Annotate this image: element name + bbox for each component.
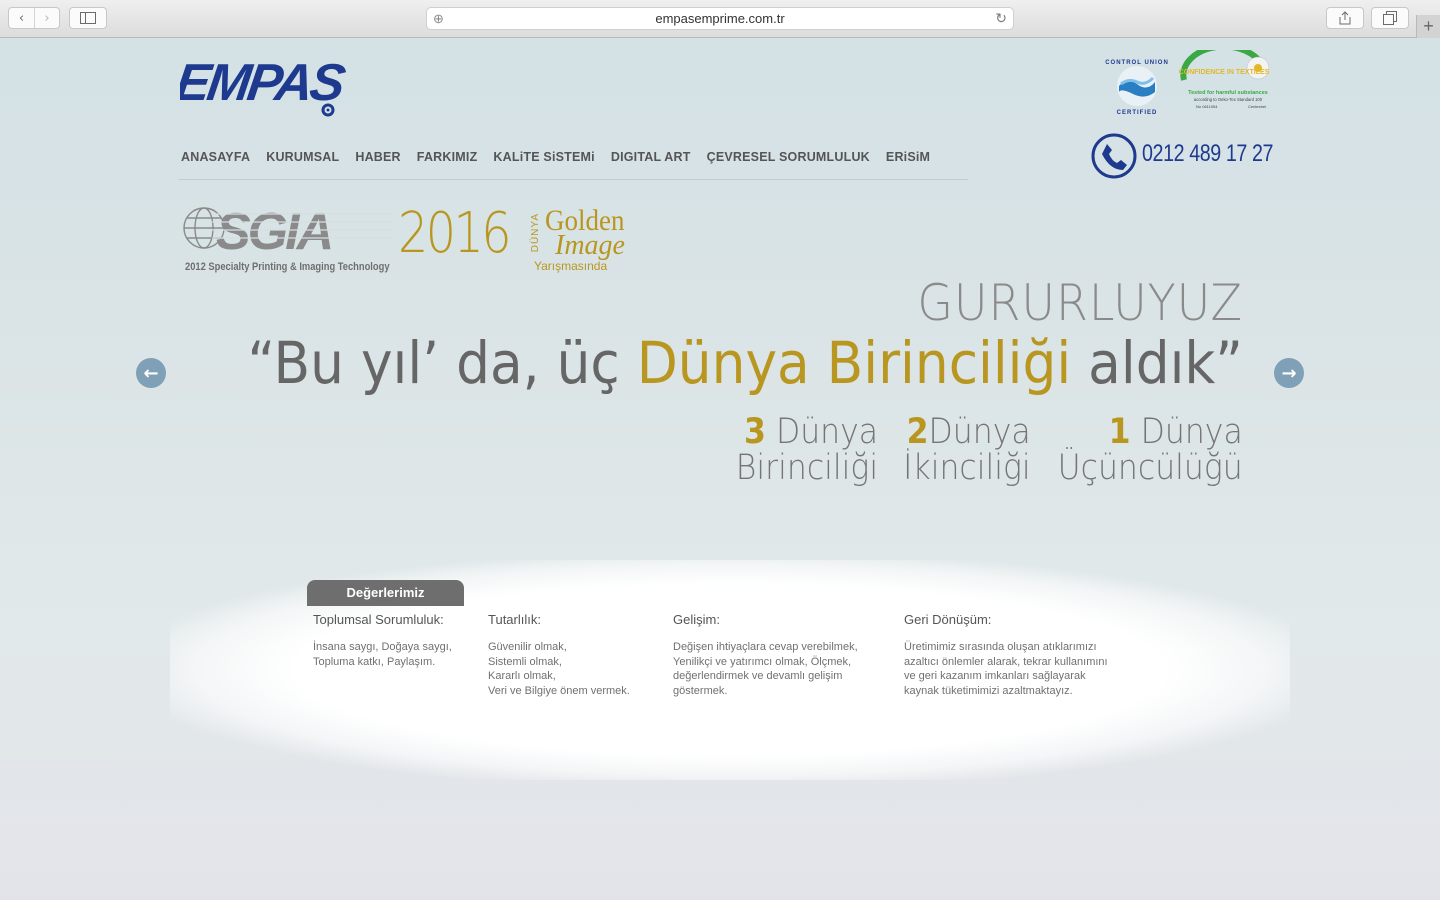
back-icon[interactable]: ‹ bbox=[9, 8, 34, 28]
value-title: Tutarlılık: bbox=[488, 612, 541, 627]
reload-icon[interactable]: ↻ bbox=[995, 8, 1007, 29]
value-title: Geri Dönüşüm: bbox=[904, 612, 992, 627]
stat-first-place: 3 Dünya Birinciliği bbox=[736, 414, 878, 486]
tab-overview-button[interactable] bbox=[1371, 7, 1409, 29]
slide-headline: “Bu yıl’ da, üç Dünya Birinciliği aldık” bbox=[248, 334, 1243, 392]
nav-digital-art[interactable]: DIGITAL ART bbox=[611, 150, 691, 164]
award-dunya-label: DÜNYA bbox=[530, 213, 541, 253]
value-recycling: Geri Dönüşüm: Üretimimiz sırasında oluşa… bbox=[904, 612, 1108, 698]
svg-text:CONTROL UNION: CONTROL UNION bbox=[1105, 60, 1169, 66]
stat-line1: Dünya bbox=[1130, 412, 1243, 452]
forward-icon[interactable]: › bbox=[33, 8, 59, 28]
address-bar[interactable]: ⊕ empasemprime.com.tr ↻ bbox=[426, 7, 1014, 30]
headline-part-2: aldık” bbox=[1071, 329, 1243, 397]
stat-number: 2 bbox=[906, 412, 929, 452]
oeko-tex-badge: CONFIDENCE IN TEXTILES Tested for harmfu… bbox=[1179, 50, 1270, 109]
stat-line1: Dünya bbox=[765, 412, 878, 452]
nav-cevresel-sorumluluk[interactable]: ÇEVRESEL SORUMLULUK bbox=[707, 150, 870, 164]
stat-third-place: 1 Dünya Üçüncülüğü bbox=[1058, 414, 1243, 486]
stat-line2: İkinciliği bbox=[903, 448, 1031, 488]
empas-logo[interactable]: EMPAS bbox=[180, 54, 365, 118]
slide-subheading: GURURLUYUZ bbox=[917, 274, 1243, 332]
value-title: Gelişim: bbox=[673, 612, 720, 627]
control-union-badge: CONTROL UNION CERTIFIED bbox=[1105, 60, 1169, 116]
history-buttons: ‹ › bbox=[8, 7, 60, 29]
sidebar-icon bbox=[80, 12, 96, 24]
stat-line2: Birinciliği bbox=[735, 448, 878, 488]
value-text: Üretimimiz sırasında oluşan atıklarımızı… bbox=[904, 641, 1108, 697]
tabs-icon bbox=[1383, 11, 1397, 25]
stat-second-place: 2Dünya İkinciliği bbox=[904, 414, 1031, 486]
nav-erisim[interactable]: ERiSiM bbox=[886, 150, 930, 164]
phone-number[interactable]: 0212 489 17 27 bbox=[1142, 140, 1273, 168]
nav-farkimiz[interactable]: FARKIMIZ bbox=[417, 150, 478, 164]
svg-text:CERTIFIED: CERTIFIED bbox=[1117, 110, 1158, 116]
value-text: Güvenilir olmak, Sistemli olmak, Kararlı… bbox=[488, 641, 630, 697]
value-development: Gelişim: Değişen ihtiyaçlara cevap vereb… bbox=[673, 612, 858, 698]
oeko-standard: according to Oeko-Tex Standard 100 bbox=[1194, 97, 1263, 102]
slider-prev-arrow-icon[interactable]: ← bbox=[136, 358, 166, 388]
main-nav: ANASAYFA KURUMSAL HABER FARKIMIZ KALiTE … bbox=[181, 150, 946, 164]
globe-icon: ⊕ bbox=[433, 11, 444, 26]
share-button[interactable] bbox=[1326, 7, 1364, 29]
award-image: Image bbox=[555, 230, 625, 261]
value-consistency: Tutarlılık: Güvenilir olmak, Sistemli ol… bbox=[488, 612, 630, 698]
headline-part-1: “Bu yıl’ da, üç bbox=[247, 329, 637, 397]
sgia-subtitle: 2012 Specialty Printing & Imaging Techno… bbox=[185, 261, 390, 273]
values-tab[interactable]: Değerlerimiz bbox=[307, 580, 464, 606]
share-icon bbox=[1339, 11, 1351, 25]
award-yarisma: Yarışmasında bbox=[534, 259, 608, 273]
phone-icon bbox=[1091, 133, 1137, 179]
value-text: İnsana saygı, Doğaya saygı, Topluma katk… bbox=[313, 641, 452, 668]
stat-number: 1 bbox=[1108, 412, 1131, 452]
nav-kurumsal[interactable]: KURUMSAL bbox=[266, 150, 339, 164]
logo-wordmark: EMPAS bbox=[180, 54, 349, 112]
sidebar-toggle-button[interactable] bbox=[69, 7, 107, 29]
headline-highlight: Dünya Birinciliği bbox=[636, 329, 1072, 397]
nav-divider bbox=[178, 179, 968, 180]
oeko-tested: Tested for harmful substances bbox=[1188, 90, 1268, 96]
sgia-logo: SGIA bbox=[183, 203, 392, 254]
browser-toolbar: ‹ › ⊕ empasemprime.com.tr ↻ bbox=[0, 0, 1440, 38]
award-year: 2016 bbox=[398, 201, 511, 266]
nav-kalite-sistemi[interactable]: KALiTE SiSTEMi bbox=[493, 150, 594, 164]
oeko-institute: Centexbel bbox=[1248, 104, 1266, 109]
nav-haber[interactable]: HABER bbox=[355, 150, 400, 164]
stat-line1: Dünya bbox=[928, 412, 1031, 452]
oeko-number: No 0611054 bbox=[1196, 104, 1218, 109]
nav-anasayfa[interactable]: ANASAYFA bbox=[181, 150, 250, 164]
new-tab-button[interactable]: + bbox=[1416, 15, 1440, 38]
value-text: Değişen ihtiyaçlara cevap verebilmek, Ye… bbox=[673, 641, 858, 697]
value-title: Toplumsal Sorumluluk: bbox=[313, 612, 444, 627]
value-social-responsibility: Toplumsal Sorumluluk: İnsana saygı, Doğa… bbox=[313, 612, 452, 669]
stat-number: 3 bbox=[743, 412, 766, 452]
slider-next-arrow-icon[interactable]: → bbox=[1274, 358, 1304, 388]
url-text: empasemprime.com.tr bbox=[655, 11, 785, 26]
stat-line2: Üçüncülüğü bbox=[1057, 448, 1243, 488]
svg-text:SGIA: SGIA bbox=[216, 203, 331, 254]
oeko-title: CONFIDENCE IN TEXTILES bbox=[1179, 69, 1270, 76]
